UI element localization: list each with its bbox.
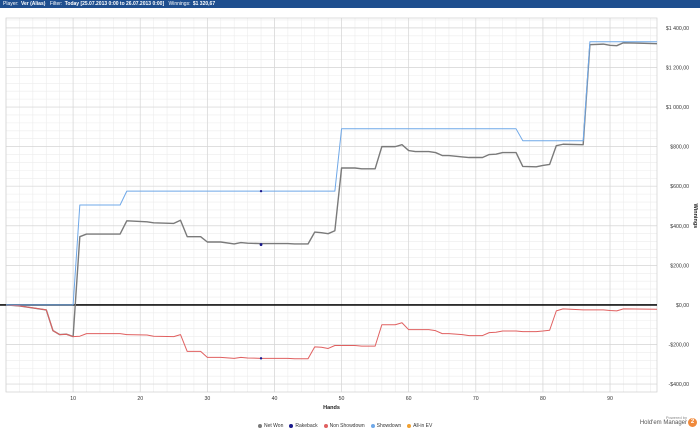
x-tick-label: 30 xyxy=(204,396,210,402)
legend-label: Net Won xyxy=(264,423,284,429)
filter-value: Today [25.07.2013 0:00 to 26.07.2013 0:0… xyxy=(64,1,165,7)
legend-label: Rakeback xyxy=(295,423,318,429)
x-tick-label: 90 xyxy=(607,396,613,402)
legend-item[interactable]: Non Showdown xyxy=(323,423,365,429)
brand-logo: Powered by Hold'em Manager 2 xyxy=(638,415,698,429)
winnings-value: $1 320,67 xyxy=(192,1,216,7)
x-tick-label: 70 xyxy=(473,396,479,402)
y-tick-label: -$200,00 xyxy=(669,343,690,349)
winnings-chart: -$400,00 -$200,00 $0,00 $200,00 $400,00 $600,… xyxy=(0,17,698,411)
y-tick-label: $800,00 xyxy=(670,145,689,151)
legend-label: Showdown xyxy=(376,423,402,429)
filter-label: Filter: xyxy=(49,1,63,7)
y-tick-label: $1 000,00 xyxy=(666,105,689,111)
showdown-marker xyxy=(259,189,263,193)
non-showdown-marker xyxy=(259,357,263,360)
player-value: Ver (Alias) xyxy=(20,1,46,7)
legend-swatch-icon xyxy=(258,423,262,428)
rakeback-point xyxy=(259,243,263,246)
player-label: Player: xyxy=(3,1,19,7)
y-tick-label: $1 400,00 xyxy=(666,26,689,32)
x-tick-label: 50 xyxy=(339,396,345,402)
x-tick-label: 60 xyxy=(406,396,412,402)
y-tick-label: $200,00 xyxy=(670,263,689,269)
y-axis-label: Winnings xyxy=(692,204,698,229)
legend-swatch-icon xyxy=(407,423,412,428)
title-bar: Player: Ver (Alias) Filter: Today [25.07… xyxy=(0,0,700,8)
net-won-line xyxy=(5,42,658,338)
legend-swatch-icon xyxy=(370,423,375,428)
legend-swatch-icon xyxy=(323,423,328,428)
legend-label: Non Showdown xyxy=(329,423,365,429)
x-tick-label: 80 xyxy=(540,396,546,402)
winnings-label: Winnings: xyxy=(168,1,191,7)
legend-item[interactable]: Net Won xyxy=(258,423,283,429)
brand-name: Hold'em Manager xyxy=(639,420,687,426)
legend-item[interactable]: Showdown xyxy=(370,423,402,429)
x-axis-label: Hands xyxy=(323,405,340,411)
y-tick-label: $1 200,00 xyxy=(666,65,689,71)
legend-item[interactable]: Rakeback xyxy=(289,423,318,429)
hm2-logo-icon: 2 xyxy=(688,418,697,427)
y-tick-label: $0,00 xyxy=(676,303,689,309)
x-tick-label: 20 xyxy=(137,396,143,402)
legend-label: All-in EV xyxy=(413,423,433,429)
legend-item[interactable]: All-in EV xyxy=(407,423,432,429)
y-tick-label: -$400,00 xyxy=(669,382,690,388)
y-tick-label: $600,00 xyxy=(670,184,689,190)
x-tick-label: 40 xyxy=(272,396,278,402)
chart-legend: Net Won Rakeback Non Showdown Showdown All-i… xyxy=(258,423,438,429)
x-tick-label: 10 xyxy=(70,396,76,402)
legend-swatch-icon xyxy=(289,423,294,428)
y-tick-label: $400,00 xyxy=(670,224,689,230)
